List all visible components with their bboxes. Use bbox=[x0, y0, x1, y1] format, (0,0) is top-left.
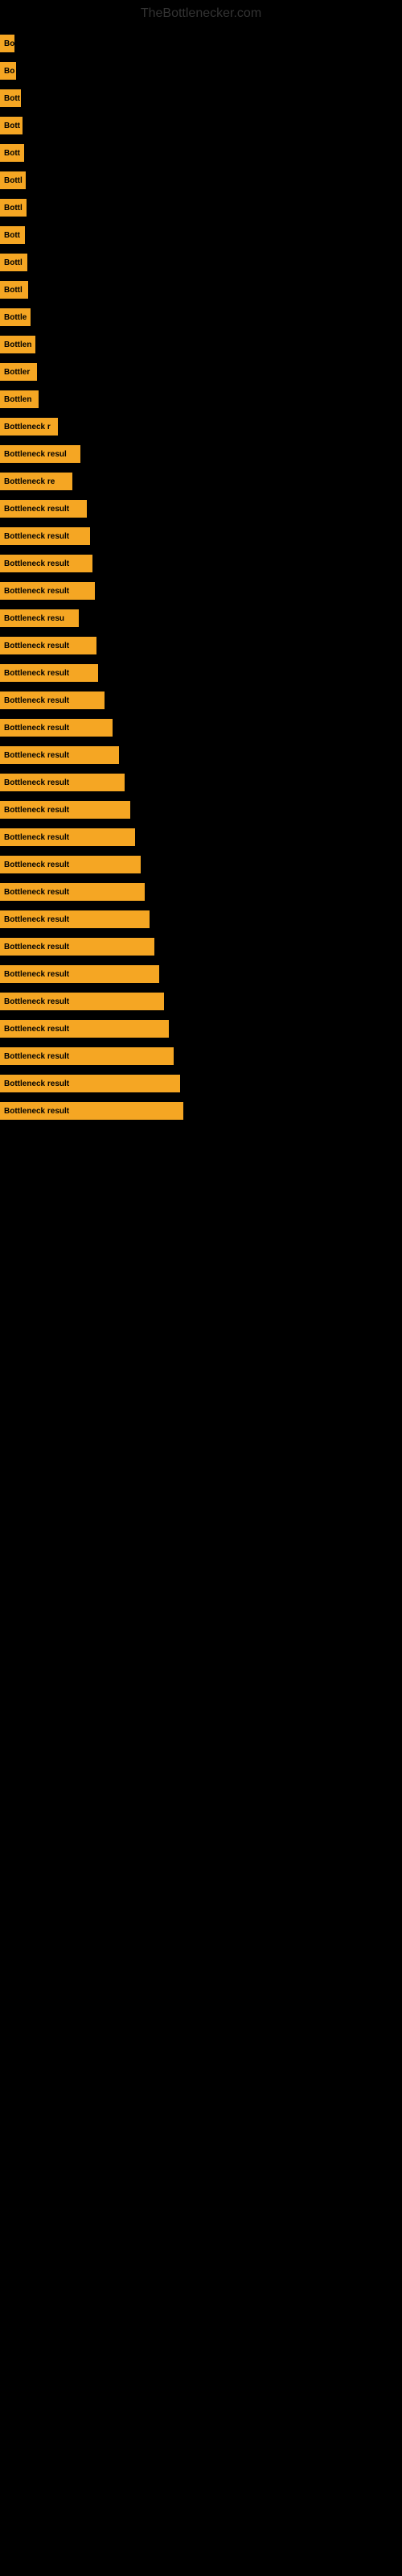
list-item: Bottleneck r bbox=[0, 415, 402, 438]
list-item: Bottleneck result bbox=[0, 853, 402, 876]
list-item: Bottleneck result bbox=[0, 990, 402, 1013]
list-item: Bottleneck resul bbox=[0, 443, 402, 465]
bar-label: Bottleneck result bbox=[0, 965, 159, 983]
bar-label: Bottleneck r bbox=[0, 418, 58, 436]
bar-label: Bo bbox=[0, 35, 14, 52]
list-item: Bottleneck result bbox=[0, 634, 402, 657]
list-item: Bottlen bbox=[0, 333, 402, 356]
list-item: Bott bbox=[0, 87, 402, 109]
bar-label: Bottleneck result bbox=[0, 1047, 174, 1065]
bars-container: Bo Bo Bott Bott Bott Bottl Bottl Bott Bottl Bottl… bbox=[0, 24, 402, 1135]
bar-label: Bottleneck result bbox=[0, 527, 90, 545]
list-item: Bottleneck result bbox=[0, 689, 402, 712]
bar-label: Bottleneck resu bbox=[0, 609, 79, 627]
list-item: Bottleneck result bbox=[0, 935, 402, 958]
list-item: Bottleneck result bbox=[0, 826, 402, 848]
bar-label: Bottl bbox=[0, 281, 28, 299]
list-item: Bottl bbox=[0, 169, 402, 192]
bar-label: Bottleneck result bbox=[0, 856, 141, 873]
bar-label: Bott bbox=[0, 89, 21, 107]
list-item: Bottleneck result bbox=[0, 525, 402, 547]
list-item: Bottleneck result bbox=[0, 552, 402, 575]
list-item: Bottleneck result bbox=[0, 580, 402, 602]
list-item: Bottleneck result bbox=[0, 771, 402, 794]
bar-label: Bottleneck result bbox=[0, 1102, 183, 1120]
bar-label: Bottleneck result bbox=[0, 910, 150, 928]
list-item: Bottl bbox=[0, 279, 402, 301]
list-item: Bott bbox=[0, 224, 402, 246]
site-title: TheBottlenecker.com bbox=[0, 0, 402, 24]
list-item: Bottleneck result bbox=[0, 799, 402, 821]
bar-label: Bottleneck result bbox=[0, 582, 95, 600]
list-item: Bottle bbox=[0, 306, 402, 328]
list-item: Bottleneck re bbox=[0, 470, 402, 493]
list-item: Bottleneck result bbox=[0, 881, 402, 903]
list-item: Bottl bbox=[0, 251, 402, 274]
bar-label: Bottleneck result bbox=[0, 691, 105, 709]
bar-label: Bottleneck result bbox=[0, 828, 135, 846]
bar-label: Bottleneck resul bbox=[0, 445, 80, 463]
list-item: Bottleneck result bbox=[0, 497, 402, 520]
bar-label: Bottl bbox=[0, 171, 26, 189]
bar-label: Bottl bbox=[0, 199, 27, 217]
list-item: Bottleneck resu bbox=[0, 607, 402, 630]
list-item: Bottl bbox=[0, 196, 402, 219]
bar-label: Bottleneck result bbox=[0, 746, 119, 764]
bar-label: Bottleneck result bbox=[0, 500, 87, 518]
list-item: Bottleneck result bbox=[0, 744, 402, 766]
list-item: Bottler bbox=[0, 361, 402, 383]
bar-label: Bott bbox=[0, 226, 25, 244]
list-item: Bottlen bbox=[0, 388, 402, 411]
bar-label: Bottleneck result bbox=[0, 993, 164, 1010]
bar-label: Bottleneck result bbox=[0, 1020, 169, 1038]
list-item: Bottleneck result bbox=[0, 1045, 402, 1067]
bar-label: Bottle bbox=[0, 308, 31, 326]
list-item: Bott bbox=[0, 114, 402, 137]
bar-label: Bottleneck result bbox=[0, 664, 98, 682]
list-item: Bo bbox=[0, 32, 402, 55]
list-item: Bottleneck result bbox=[0, 662, 402, 684]
bar-label: Bott bbox=[0, 117, 23, 134]
bar-label: Bottlen bbox=[0, 390, 39, 408]
bar-label: Bottlen bbox=[0, 336, 35, 353]
list-item: Bottleneck result bbox=[0, 716, 402, 739]
list-item: Bottleneck result bbox=[0, 963, 402, 985]
bar-label: Bottler bbox=[0, 363, 37, 381]
bar-label: Bottleneck re bbox=[0, 473, 72, 490]
bar-label: Bottleneck result bbox=[0, 1075, 180, 1092]
list-item: Bottleneck result bbox=[0, 1100, 402, 1122]
bar-label: Bottleneck result bbox=[0, 719, 113, 737]
bar-label: Bottleneck result bbox=[0, 883, 145, 901]
list-item: Bottleneck result bbox=[0, 1072, 402, 1095]
bar-label: Bo bbox=[0, 62, 16, 80]
bar-label: Bottleneck result bbox=[0, 801, 130, 819]
bar-label: Bottl bbox=[0, 254, 27, 271]
list-item: Bottleneck result bbox=[0, 908, 402, 931]
list-item: Bo bbox=[0, 60, 402, 82]
list-item: Bott bbox=[0, 142, 402, 164]
list-item: Bottleneck result bbox=[0, 1018, 402, 1040]
bar-label: Bott bbox=[0, 144, 24, 162]
bar-label: Bottleneck result bbox=[0, 637, 96, 654]
bar-label: Bottleneck result bbox=[0, 938, 154, 956]
bar-label: Bottleneck result bbox=[0, 555, 92, 572]
bar-label: Bottleneck result bbox=[0, 774, 125, 791]
